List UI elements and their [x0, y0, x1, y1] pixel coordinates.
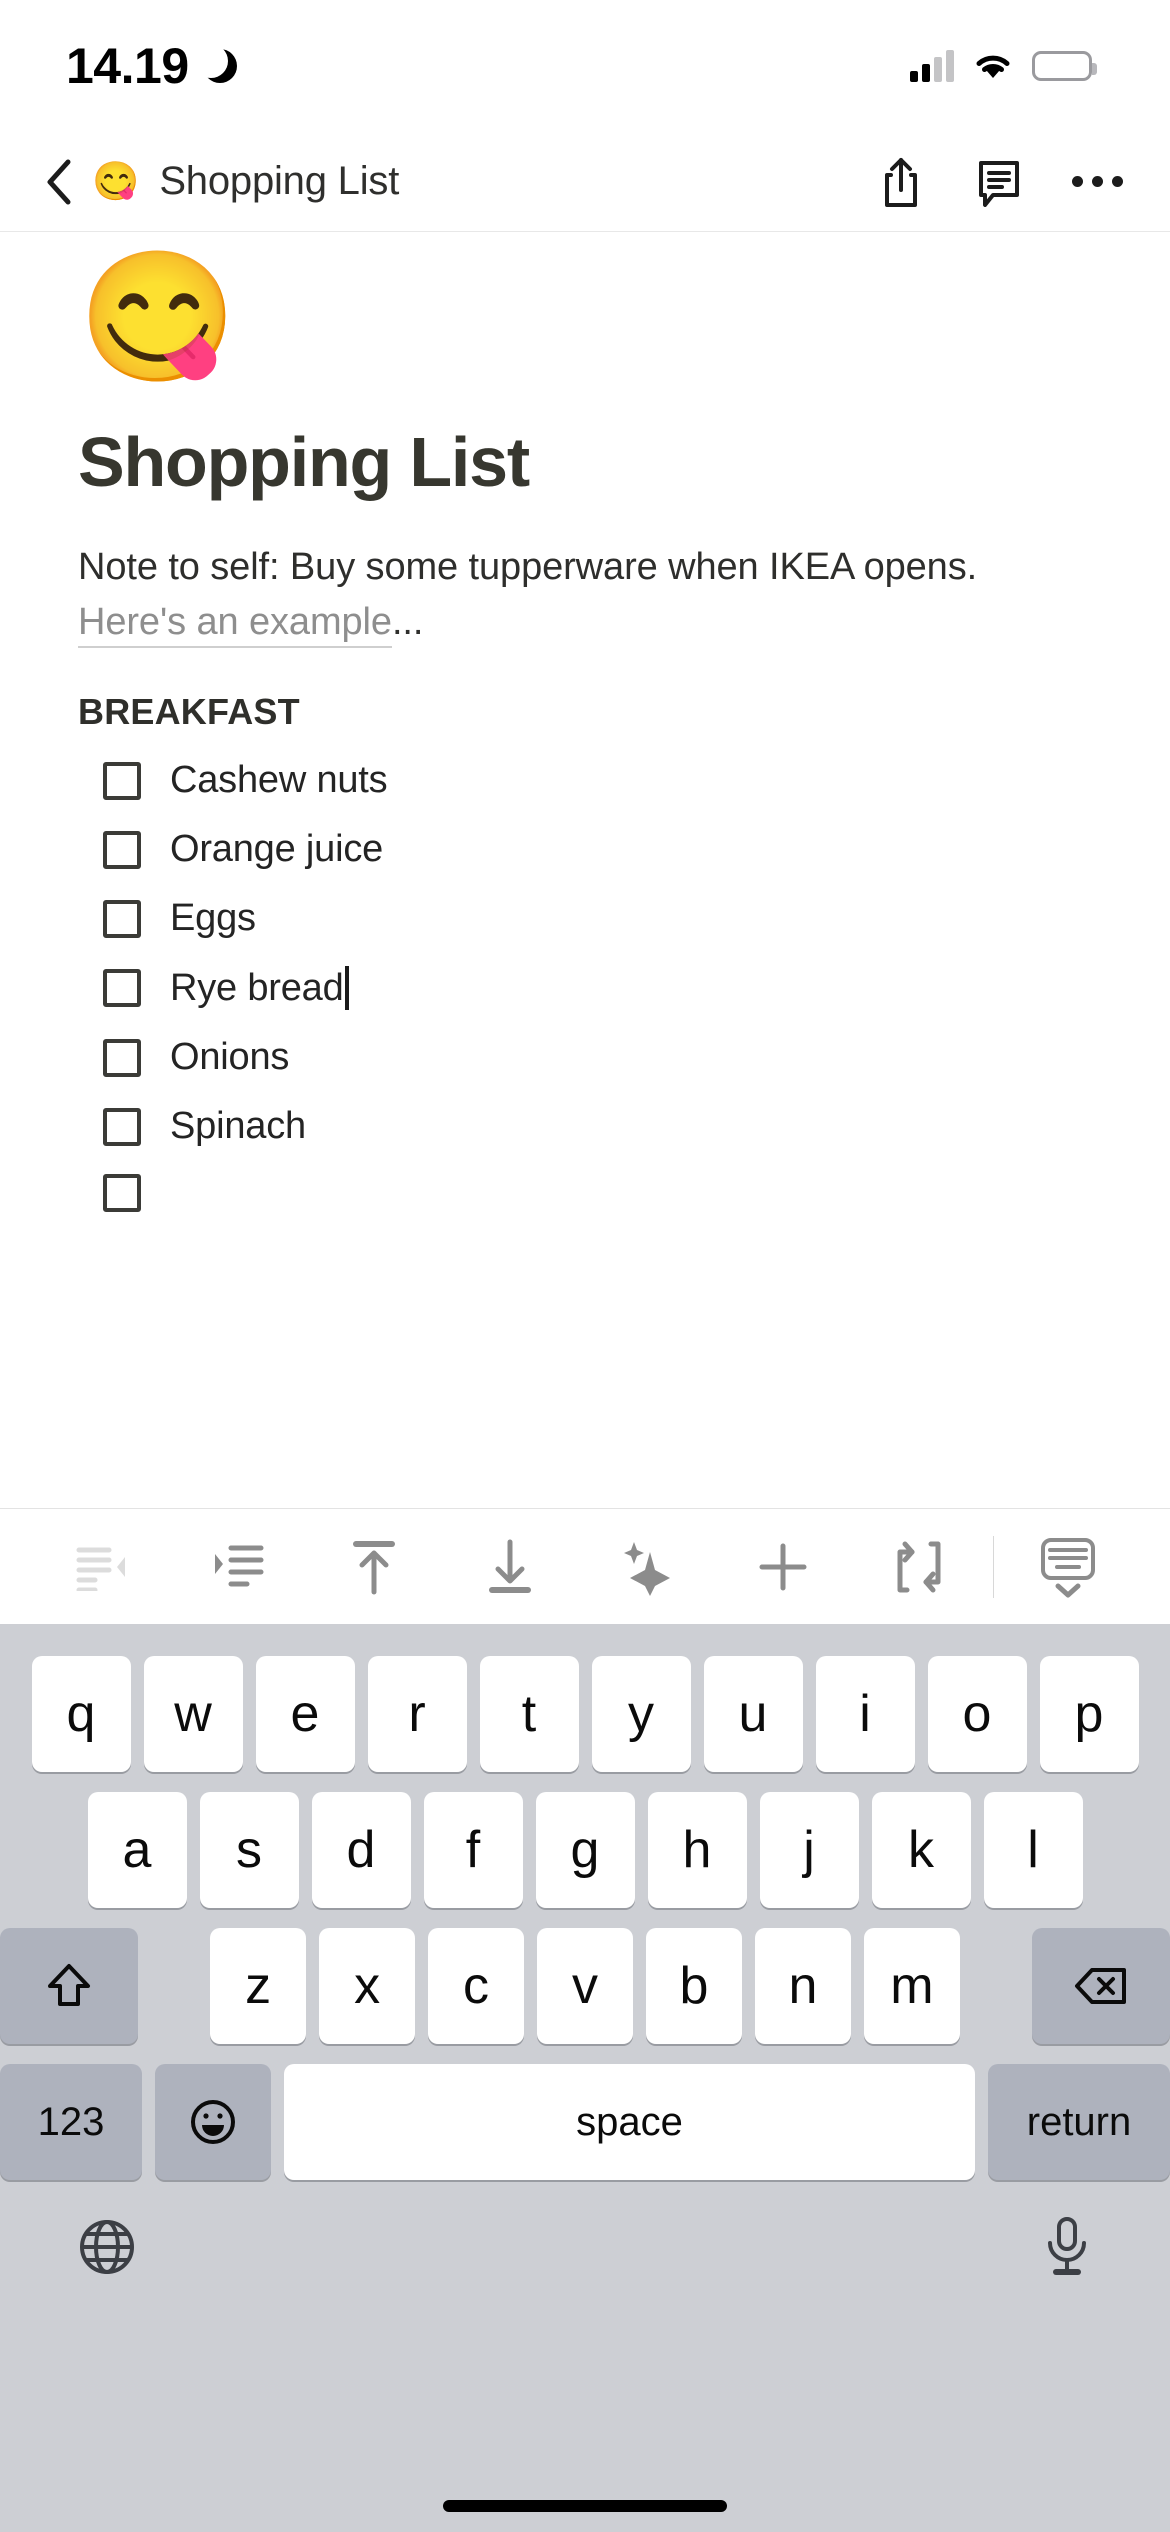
checkbox-icon[interactable]	[103, 899, 141, 938]
on-screen-keyboard[interactable]: q w e r t y u i o p a s d f g h j k l z …	[0, 1624, 1170, 2532]
key-o[interactable]: o	[927, 1656, 1027, 1772]
globe-icon[interactable]	[78, 2218, 136, 2281]
list-item-label[interactable]: Cashew nuts	[170, 759, 388, 802]
move-up-icon[interactable]	[306, 1509, 442, 1625]
plus-icon[interactable]	[715, 1509, 851, 1625]
list-item-label[interactable]: Spinach	[170, 1105, 306, 1148]
key-e[interactable]: e	[255, 1656, 355, 1772]
keyboard-row-1: q w e r t y u i o p	[0, 1624, 1170, 1772]
list-item-label[interactable]: Eggs	[170, 897, 256, 940]
back-button[interactable]	[30, 153, 88, 211]
outdent-icon[interactable]	[34, 1509, 170, 1625]
key-g[interactable]: g	[535, 1792, 635, 1908]
key-c[interactable]: c	[428, 1928, 525, 2044]
checkbox-icon[interactable]	[103, 761, 141, 800]
checkbox-icon[interactable]	[103, 1174, 141, 1213]
key-q[interactable]: q	[31, 1656, 131, 1772]
page-title: Shopping List	[159, 159, 400, 203]
key-l[interactable]: l	[983, 1792, 1083, 1908]
section-heading[interactable]: BREAKFAST	[78, 691, 1092, 733]
key-z[interactable]: z	[210, 1928, 307, 2044]
key-m[interactable]: m	[863, 1928, 960, 2044]
list-item-partial[interactable]	[78, 1174, 1092, 1213]
toolbar-divider	[992, 1535, 994, 1598]
emoji-smiley-icon[interactable]	[155, 2064, 271, 2180]
return-key[interactable]: return	[988, 2064, 1170, 2180]
list-item[interactable]: Orange juice	[78, 828, 1092, 871]
list-item-active[interactable]: Rye bread	[78, 966, 1092, 1011]
shift-arrow-icon[interactable]	[0, 1928, 138, 2044]
keyboard-row-2: a s d f g h j k l	[0, 1772, 1170, 1908]
share-icon[interactable]	[876, 155, 926, 209]
list-item[interactable]: Spinach	[78, 1105, 1092, 1148]
format-toolbar	[0, 1508, 1170, 1624]
move-down-icon[interactable]	[442, 1509, 578, 1625]
checkbox-icon[interactable]	[103, 1038, 141, 1077]
backspace-icon[interactable]	[1032, 1928, 1170, 2044]
key-s[interactable]: s	[199, 1792, 299, 1908]
battery-icon	[1032, 51, 1097, 81]
list-item[interactable]: Eggs	[78, 897, 1092, 940]
crescent-moon-icon	[193, 44, 237, 83]
key-y[interactable]: y	[591, 1656, 691, 1772]
key-x[interactable]: x	[319, 1928, 416, 2044]
keyboard-row-3: z x c v b n m	[0, 1908, 1170, 2044]
keyboard-row-4: 123 space return	[0, 2044, 1170, 2180]
phone-screen: 14.19 😋 Shopping List 😋 Shopping List No…	[0, 0, 1170, 2532]
key-d[interactable]: d	[311, 1792, 411, 1908]
hide-keyboard-icon[interactable]	[1000, 1509, 1136, 1625]
key-n[interactable]: n	[754, 1928, 851, 2044]
space-key[interactable]: space	[284, 2064, 975, 2180]
numbers-key[interactable]: 123	[0, 2064, 142, 2180]
status-bar: 14.19	[0, 0, 1170, 132]
key-j[interactable]: j	[759, 1792, 859, 1908]
note-paragraph[interactable]: Note to self: Buy some tupperware when I…	[78, 540, 1092, 652]
comment-icon[interactable]	[974, 155, 1024, 209]
ai-sparkle-icon[interactable]	[579, 1509, 715, 1625]
microphone-icon[interactable]	[1042, 2216, 1092, 2283]
status-time: 14.19	[66, 38, 189, 94]
checkbox-icon[interactable]	[103, 969, 141, 1008]
key-w[interactable]: w	[143, 1656, 243, 1772]
paragraph-text-after: ...	[391, 601, 424, 644]
note-content[interactable]: 😋 Shopping List Note to self: Buy some t…	[0, 232, 1170, 1508]
list-item-label[interactable]: Orange juice	[170, 828, 383, 871]
key-b[interactable]: b	[645, 1928, 742, 2044]
checkbox-icon[interactable]	[103, 1107, 141, 1146]
key-p[interactable]: p	[1039, 1656, 1139, 1772]
list-item-label-active[interactable]: Rye bread	[170, 966, 349, 1011]
key-a[interactable]: a	[87, 1792, 187, 1908]
checkbox-icon[interactable]	[103, 830, 141, 869]
paragraph-text-before: Note to self: Buy some tupperware when I…	[78, 545, 978, 588]
note-header-emoji: 😋	[78, 246, 238, 389]
inline-link[interactable]: Here's an example	[78, 601, 392, 649]
cellular-signal-icon	[910, 50, 954, 82]
key-t[interactable]: t	[479, 1656, 579, 1772]
key-u[interactable]: u	[703, 1656, 803, 1772]
list-item-text: Rye bread	[170, 966, 344, 1009]
text-cursor	[344, 966, 349, 1011]
list-item-label[interactable]: Onions	[170, 1036, 289, 1079]
home-indicator	[443, 2500, 727, 2512]
key-r[interactable]: r	[367, 1656, 467, 1772]
more-ellipsis-icon[interactable]	[1071, 155, 1123, 209]
list-item[interactable]: Cashew nuts	[78, 759, 1092, 802]
nav-actions	[876, 155, 1130, 209]
key-h[interactable]: h	[647, 1792, 747, 1908]
convert-swap-icon[interactable]	[851, 1509, 987, 1625]
wifi-icon	[973, 51, 1013, 81]
note-emoji-icon: 😋	[92, 160, 140, 203]
note-title[interactable]: Shopping List	[78, 425, 1092, 500]
key-f[interactable]: f	[423, 1792, 523, 1908]
indent-icon[interactable]	[170, 1509, 306, 1625]
list-item[interactable]: Onions	[78, 1036, 1092, 1079]
status-bar-left: 14.19	[66, 37, 237, 95]
key-v[interactable]: v	[537, 1928, 633, 2044]
keyboard-bottom-row	[0, 2180, 1170, 2283]
key-k[interactable]: k	[871, 1792, 971, 1908]
navigation-bar: 😋 Shopping List	[0, 132, 1170, 232]
key-i[interactable]: i	[815, 1656, 915, 1772]
status-bar-right	[910, 50, 1097, 82]
